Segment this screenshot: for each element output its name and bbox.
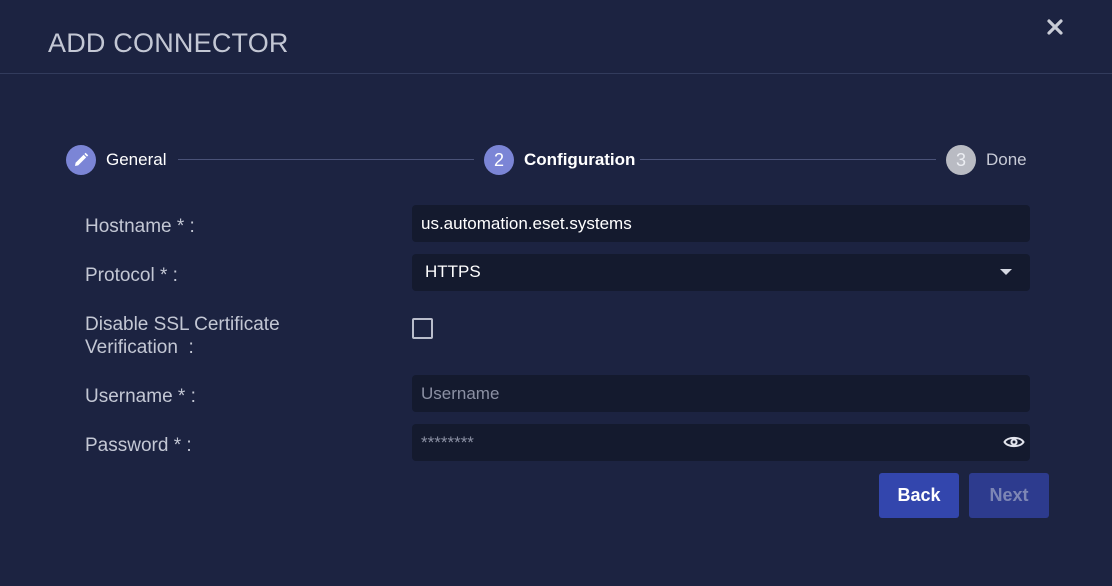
password-label: Password * : [85,435,192,456]
next-button[interactable]: Next [969,473,1049,518]
step-number-badge: 2 [484,145,514,175]
step-configuration[interactable]: 2 Configuration [484,144,635,176]
protocol-selected-value: HTTPS [425,262,481,281]
protocol-select[interactable]: HTTPS [412,254,1030,291]
disable-ssl-label: Disable SSL Certificate Verification : [85,313,280,359]
step-number-badge: 3 [946,145,976,175]
close-icon[interactable] [1045,17,1065,37]
username-input[interactable] [412,375,1030,412]
step-general-label: General [106,150,167,169]
disable-ssl-label-line2: Verification : [85,337,194,358]
password-input[interactable] [412,424,1030,461]
step-connector-line [640,159,936,160]
password-field-wrapper [412,424,1030,461]
dialog-header: ADD CONNECTOR [0,0,1112,74]
eye-icon[interactable] [1003,432,1025,452]
step-done[interactable]: 3 Done [946,144,1027,176]
hostname-label: Hostname * : [85,216,195,237]
disable-ssl-label-line1: Disable SSL Certificate [85,314,280,335]
hostname-input[interactable] [412,205,1030,242]
pencil-icon [66,145,96,175]
add-connector-dialog: ADD CONNECTOR General 2 Configuration 3 [0,0,1112,586]
step-connector-line [178,159,474,160]
back-button[interactable]: Back [879,473,959,518]
hostname-field-wrapper [412,205,1030,242]
username-field-wrapper [412,375,1030,412]
disable-ssl-checkbox[interactable] [412,318,433,339]
step-configuration-label: Configuration [524,150,636,169]
step-done-label: Done [986,150,1027,169]
step-general[interactable]: General [66,144,166,176]
wizard-stepper: General 2 Configuration 3 Done [66,144,1032,176]
username-label: Username * : [85,386,196,407]
dialog-title: ADD CONNECTOR [48,28,289,58]
chevron-down-icon [1000,269,1012,275]
protocol-label: Protocol * : [85,265,178,286]
